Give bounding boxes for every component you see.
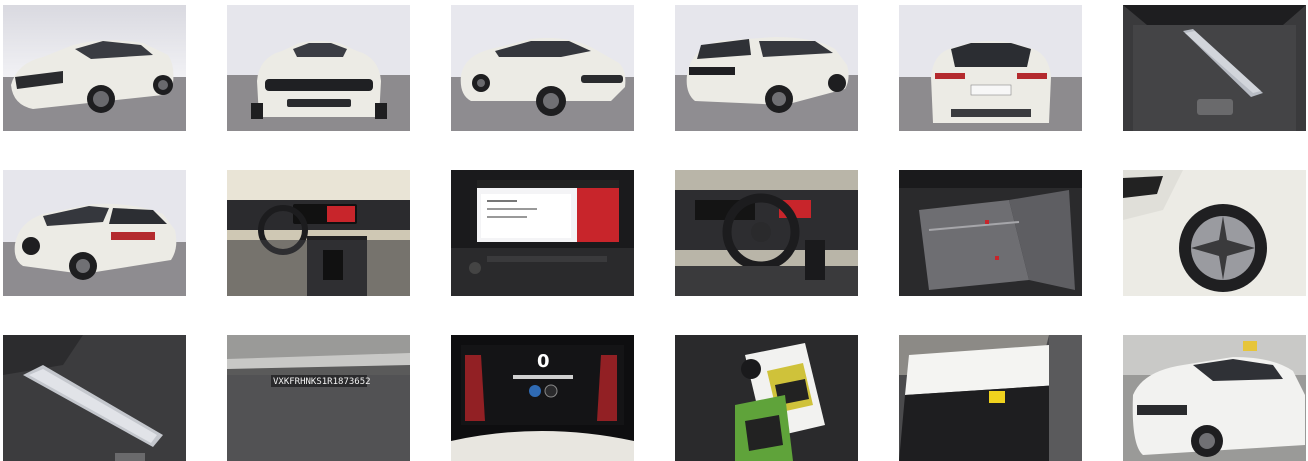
cluster-speed-digit: 0 (537, 351, 550, 372)
photo-trunk[interactable] (1123, 5, 1306, 131)
photo-rear-seats[interactable] (899, 170, 1082, 296)
trunk-floor-image (3, 335, 186, 461)
photo-instrument-cluster[interactable]: 0 (451, 335, 634, 461)
photo-rear[interactable] (899, 5, 1082, 131)
roof-image (899, 335, 1082, 461)
photo-left-side[interactable] (451, 5, 634, 131)
steering-wheel-image (675, 170, 858, 296)
car-rear-image (899, 5, 1082, 131)
photo-rear-right-three-quarter[interactable] (675, 5, 858, 131)
car-front-left-image (3, 5, 186, 131)
car-side-image (451, 5, 634, 131)
photo-rear-left-three-quarter[interactable] (3, 170, 186, 296)
vin-text: VXKFRHNKS1R1873652 (273, 377, 371, 387)
workshop-car-image (1123, 335, 1306, 461)
photo-documents[interactable] (675, 335, 858, 461)
photo-gallery: VXKFRHNKS1R1873652 0 (0, 0, 1308, 461)
touchscreen-image (451, 170, 634, 296)
photo-steering-wheel[interactable] (675, 170, 858, 296)
cockpit-image (227, 170, 410, 296)
photo-roof-windshield[interactable] (899, 335, 1082, 461)
photo-vin-plate[interactable]: VXKFRHNKS1R1873652 (227, 335, 410, 461)
vin-plate-image: VXKFRHNKS1R1873652 (227, 335, 410, 461)
wheel-image (1123, 170, 1306, 296)
photo-trunk-floor[interactable] (3, 335, 186, 461)
car-rear-left-image (3, 170, 186, 296)
photo-front-workshop[interactable] (1123, 335, 1306, 461)
trunk-image (1123, 5, 1306, 131)
photo-front-left-three-quarter[interactable] (3, 5, 186, 131)
instrument-cluster-image: 0 (451, 335, 634, 461)
photo-front-wheel[interactable] (1123, 170, 1306, 296)
photo-infotainment-screen[interactable] (451, 170, 634, 296)
photo-cockpit[interactable] (227, 170, 410, 296)
car-rear-right-image (675, 5, 858, 131)
documents-image (675, 335, 858, 461)
photo-front[interactable] (227, 5, 410, 131)
car-front-image (227, 5, 410, 131)
rear-seats-image (899, 170, 1082, 296)
